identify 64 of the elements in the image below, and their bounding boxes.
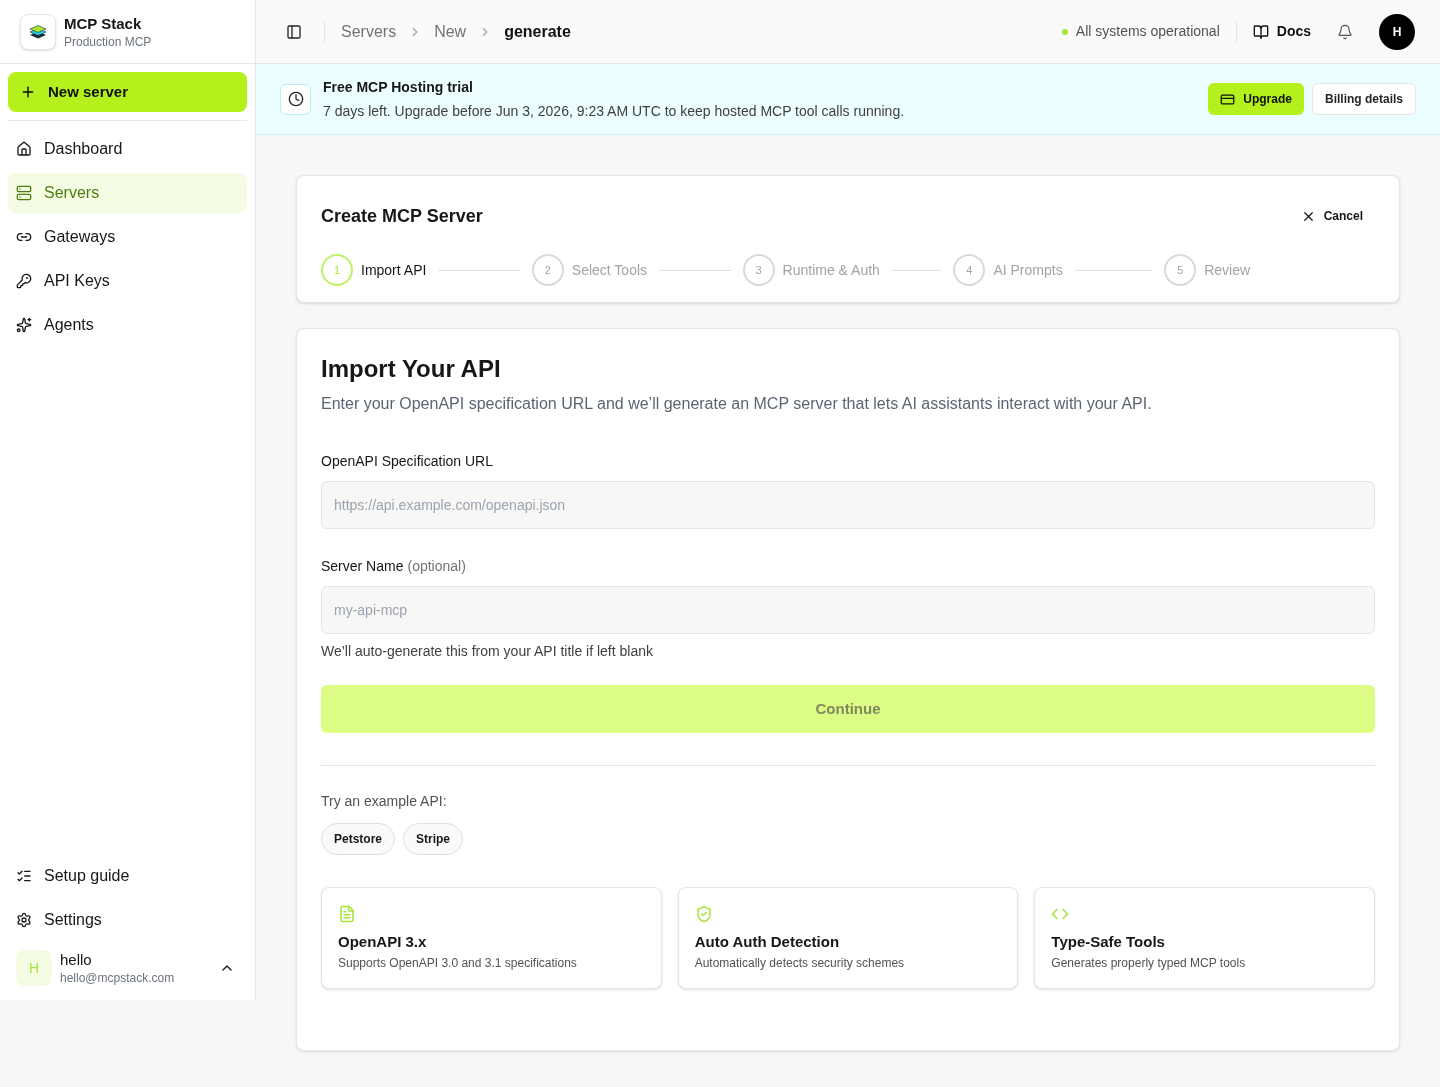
book-icon [1252, 23, 1269, 40]
optional-note: (optional) [407, 557, 466, 576]
brand-name: MCP Stack [64, 13, 143, 34]
sidebar-item[interactable]: API Keys [8, 261, 247, 301]
wizard-title: Create MCP Server [321, 204, 483, 228]
step-label[interactable]: Import API [361, 259, 427, 281]
upgrade-button[interactable]: Upgrade [1208, 83, 1304, 115]
checklist-icon [16, 868, 32, 884]
feature-title: Auto Auth Detection [694, 932, 841, 952]
field-label: Server Name [321, 557, 404, 576]
import-description: Enter your OpenAPI specification URL and we’ll generate an MCP server that lets AI assistants interact with your API. [321, 394, 1153, 414]
user-avatar[interactable]: H [1379, 13, 1415, 50]
breadcrumb-link[interactable]: Servers [341, 19, 397, 44]
plus-icon [20, 84, 36, 100]
cancel-button[interactable]: Cancel [1300, 207, 1363, 225]
breadcrumb-link[interactable]: New [434, 19, 467, 44]
input-field[interactable]: https://api.example.com/openapi.json [321, 481, 1375, 529]
clock-icon [280, 83, 311, 115]
import-title: Import Your API [321, 354, 502, 384]
breadcrumb-link[interactable]: generate [504, 19, 571, 44]
feature-description: Automatically detects security schemes [694, 955, 906, 971]
status-text: All systems operational [1075, 22, 1220, 41]
docs-button[interactable]: Docs [1252, 21, 1311, 42]
document-icon [338, 905, 356, 923]
brand-subtitle: Production MCP [64, 33, 152, 50]
user-email: hello@mcpstack.com [60, 970, 176, 986]
feature-title: OpenAPI 3.x [338, 932, 428, 952]
step-number: 3 [742, 254, 775, 286]
feature-title: Type-Safe Tools [1051, 932, 1166, 952]
key-icon [16, 273, 32, 289]
sidebar-toggle-icon[interactable] [286, 23, 302, 40]
sparkles-icon [16, 317, 32, 333]
house-icon [16, 141, 32, 157]
sidebar-item[interactable]: Settings [8, 900, 247, 940]
bell-icon[interactable] [1337, 23, 1353, 40]
example-chip[interactable]: Stripe [403, 823, 464, 855]
server-icon [16, 185, 32, 201]
sidebar-item[interactable]: Agents [8, 305, 247, 345]
sidebar-item[interactable]: Servers [8, 173, 247, 213]
input-field[interactable]: my-api-mcp [321, 586, 1375, 634]
field-label: OpenAPI Specification URL [321, 452, 493, 471]
settings-icon [16, 912, 32, 928]
user-avatar: H [16, 950, 52, 986]
examples-label: Try an example API: [321, 792, 448, 811]
banner-message: 7 days left. Upgrade before Jun 3, 2026, 9:23 AM UTC to keep hosted MCP tool calls running. [323, 102, 905, 121]
sidebar-item[interactable]: Dashboard [8, 129, 247, 169]
sidebar-item[interactable]: Gateways [8, 217, 247, 257]
step-number: 4 [953, 254, 986, 286]
feature-description: Generates properly typed MCP tools [1051, 955, 1247, 971]
user-name: hello [60, 950, 93, 970]
feature-description: Supports OpenAPI 3.0 and 3.1 specifications [338, 955, 578, 971]
banner-title: Free MCP Hosting trial [323, 78, 474, 97]
step-number: 2 [531, 254, 564, 286]
shield-check-icon [694, 905, 713, 923]
new-server-button[interactable]: New server [8, 72, 247, 112]
sidebar-item[interactable]: Setup guide [8, 856, 247, 896]
credit-card-icon [1220, 91, 1236, 107]
step-number: 5 [1164, 254, 1197, 286]
user-menu[interactable]: H hello hello@mcpstack.com [8, 944, 247, 992]
logo-icon [20, 13, 56, 50]
billing-details-button[interactable]: Billing details [1312, 83, 1416, 115]
example-chip[interactable]: Petstore [321, 823, 396, 855]
step-number: 1 [321, 254, 353, 286]
field-help: We’ll auto-generate this from your API title if left blank [321, 642, 654, 661]
